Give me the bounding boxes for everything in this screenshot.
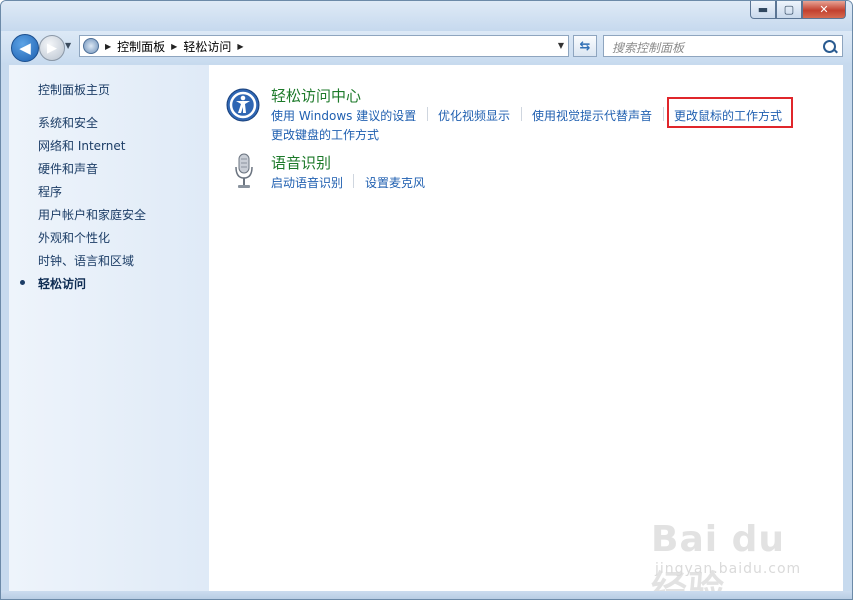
back-button[interactable]: ◀ bbox=[11, 34, 39, 62]
category-title-speech-recognition[interactable]: 语音识别 bbox=[271, 152, 331, 173]
task-start-speech-recognition[interactable]: 启动语音识别 bbox=[271, 174, 343, 191]
navigation-toolbar: ◀ ▶ ▼ ▶ 控制面板 ▶ 轻松访问 ▶ ▼ ⇆ 搜索控制面板 bbox=[1, 31, 852, 63]
category-title-ease-of-access-center[interactable]: 轻松访问中心 bbox=[271, 85, 361, 106]
window-frame-left bbox=[1, 63, 9, 591]
sidebar-item-network[interactable]: 网络和 Internet bbox=[38, 137, 125, 154]
window-frame-right bbox=[843, 63, 852, 591]
task-separator bbox=[521, 107, 522, 121]
sidebar-item-user-accounts[interactable]: 用户帐户和家庭安全 bbox=[38, 206, 146, 223]
chevron-right-icon[interactable]: ▶ bbox=[171, 42, 177, 51]
breadcrumb-ease-of-access[interactable]: 轻松访问 bbox=[183, 38, 231, 55]
active-bullet-icon bbox=[20, 280, 25, 285]
watermark-url: jingyan.baidu.com bbox=[655, 561, 802, 577]
task-change-keyboard-settings[interactable]: 更改键盘的工作方式 bbox=[271, 126, 379, 143]
search-placeholder: 搜索控制面板 bbox=[612, 41, 685, 55]
task-optimize-video-display[interactable]: 优化视频显示 bbox=[438, 107, 510, 124]
search-icon[interactable] bbox=[823, 40, 836, 53]
watermark-logo: Bai du 经验 bbox=[651, 519, 786, 600]
control-panel-icon bbox=[83, 38, 99, 54]
sidebar-home-link[interactable]: 控制面板主页 bbox=[38, 81, 110, 98]
task-set-up-microphone[interactable]: 设置麦克风 bbox=[365, 174, 425, 191]
ease-of-access-icon[interactable] bbox=[226, 88, 260, 122]
highlight-box bbox=[667, 97, 793, 128]
sidebar-item-hardware-sound[interactable]: 硬件和声音 bbox=[38, 160, 98, 177]
address-bar[interactable]: ▶ 控制面板 ▶ 轻松访问 ▶ ▼ bbox=[79, 35, 569, 57]
sidebar-item-clock-language[interactable]: 时钟、语言和区域 bbox=[38, 252, 134, 269]
task-visual-cues-for-sounds[interactable]: 使用视觉提示代替声音 bbox=[532, 107, 652, 124]
sidebar: 控制面板主页 系统和安全 网络和 Internet 硬件和声音 程序 用户帐户和… bbox=[9, 65, 209, 591]
sidebar-item-appearance[interactable]: 外观和个性化 bbox=[38, 229, 110, 246]
maximize-button[interactable]: ▢ bbox=[776, 1, 802, 19]
sidebar-item-ease-of-access[interactable]: 轻松访问 bbox=[38, 275, 86, 292]
task-separator bbox=[663, 107, 664, 121]
recent-pages-dropdown[interactable]: ▼ bbox=[65, 41, 71, 50]
title-bar: ▬ ▢ ✕ bbox=[1, 1, 852, 31]
window-frame-bottom bbox=[1, 591, 852, 599]
main-content: 轻松访问中心 使用 Windows 建议的设置 优化视频显示 使用视觉提示代替声… bbox=[209, 65, 843, 599]
control-panel-window: ▬ ▢ ✕ ◀ ▶ ▼ ▶ 控制面板 ▶ 轻松访问 ▶ ▼ ⇆ 搜索控制面板 控… bbox=[0, 0, 853, 600]
task-separator bbox=[353, 174, 354, 188]
arrow-left-icon: ◀ bbox=[19, 39, 31, 57]
chevron-right-icon[interactable]: ▶ bbox=[237, 42, 243, 51]
sidebar-item-programs[interactable]: 程序 bbox=[38, 183, 62, 200]
refresh-button[interactable]: ⇆ bbox=[573, 35, 597, 57]
task-separator bbox=[427, 107, 428, 121]
arrow-right-icon: ▶ bbox=[47, 40, 57, 56]
chevron-right-icon[interactable]: ▶ bbox=[105, 42, 111, 51]
refresh-icon: ⇆ bbox=[579, 38, 591, 54]
microphone-icon[interactable] bbox=[233, 153, 255, 189]
search-input[interactable]: 搜索控制面板 bbox=[603, 35, 843, 57]
address-dropdown-icon[interactable]: ▼ bbox=[558, 41, 564, 50]
minimize-button[interactable]: ▬ bbox=[750, 1, 776, 19]
watermark: Bai du 经验 jingyan.baidu.com bbox=[651, 509, 811, 599]
caption-buttons: ▬ ▢ ✕ bbox=[750, 1, 846, 21]
forward-button[interactable]: ▶ bbox=[39, 35, 65, 61]
close-button[interactable]: ✕ bbox=[802, 1, 846, 19]
breadcrumb-control-panel[interactable]: 控制面板 bbox=[117, 38, 165, 55]
task-use-recommended-settings[interactable]: 使用 Windows 建议的设置 bbox=[271, 107, 416, 124]
sidebar-item-system-security[interactable]: 系统和安全 bbox=[38, 114, 98, 131]
